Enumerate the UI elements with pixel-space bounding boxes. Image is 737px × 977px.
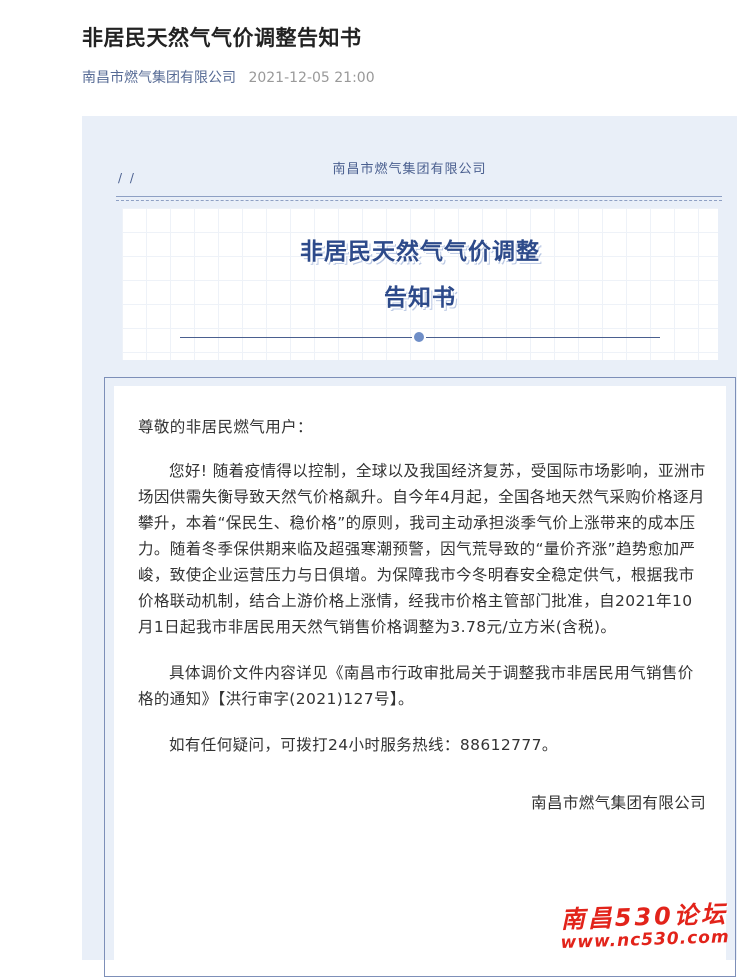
divider-dashed-line xyxy=(116,200,722,201)
divider-line xyxy=(116,196,722,197)
notice-signature: 南昌市燃气集团有限公司 xyxy=(531,794,706,812)
banner-rule-left xyxy=(180,337,412,338)
publish-date: 2021-12-05 21:00 xyxy=(248,70,375,86)
notice-paragraph-1: 您好! 随着疫情得以控制，全球以及我国经济复苏，受国际市场影响，亚洲市场因供需失… xyxy=(138,462,706,636)
notice-content-card: 尊敬的非居民燃气用户： 您好! 随着疫情得以控制，全球以及我国经济复苏，受国际市… xyxy=(114,386,726,960)
forum-watermark: 南昌530论坛 www.nc530.com xyxy=(559,894,730,953)
notice-greeting: 尊敬的非居民燃气用户： xyxy=(138,418,313,436)
banner-title-line2: 告知书 xyxy=(384,285,456,311)
notice-body: 尊敬的非居民燃气用户： 您好! 随着疫情得以控制，全球以及我国经济复苏，受国际市… xyxy=(138,414,706,836)
article-meta: 南昌市燃气集团有限公司 2021-12-05 21:00 xyxy=(82,67,375,87)
banner-rule-right xyxy=(426,337,660,338)
notice-paragraph-3: 如有任何疑问，可拨打24小时服务热线：88612777。 xyxy=(169,736,558,754)
notice-panel: 南昌市燃气集团有限公司 / / 非居民天然气气价调整 告知书 尊敬的非居民燃气用… xyxy=(82,116,737,977)
author-link[interactable]: 南昌市燃气集团有限公司 xyxy=(82,70,236,86)
panel-org-name: 南昌市燃气集团有限公司 xyxy=(332,162,487,177)
notice-paragraph-2: 具体调价文件内容详见《南昌市行政审批局关于调整我市非居民用气销售价格的通知》【洪… xyxy=(138,664,694,708)
title-banner: 非居民天然气气价调整 告知书 xyxy=(122,208,718,360)
banner-title-line1: 非居民天然气气价调整 xyxy=(300,239,540,265)
decorative-slashes: / / xyxy=(118,171,136,185)
article-title: 非居民天然气气价调整告知书 xyxy=(82,26,362,50)
banner-dot-icon xyxy=(414,332,424,342)
